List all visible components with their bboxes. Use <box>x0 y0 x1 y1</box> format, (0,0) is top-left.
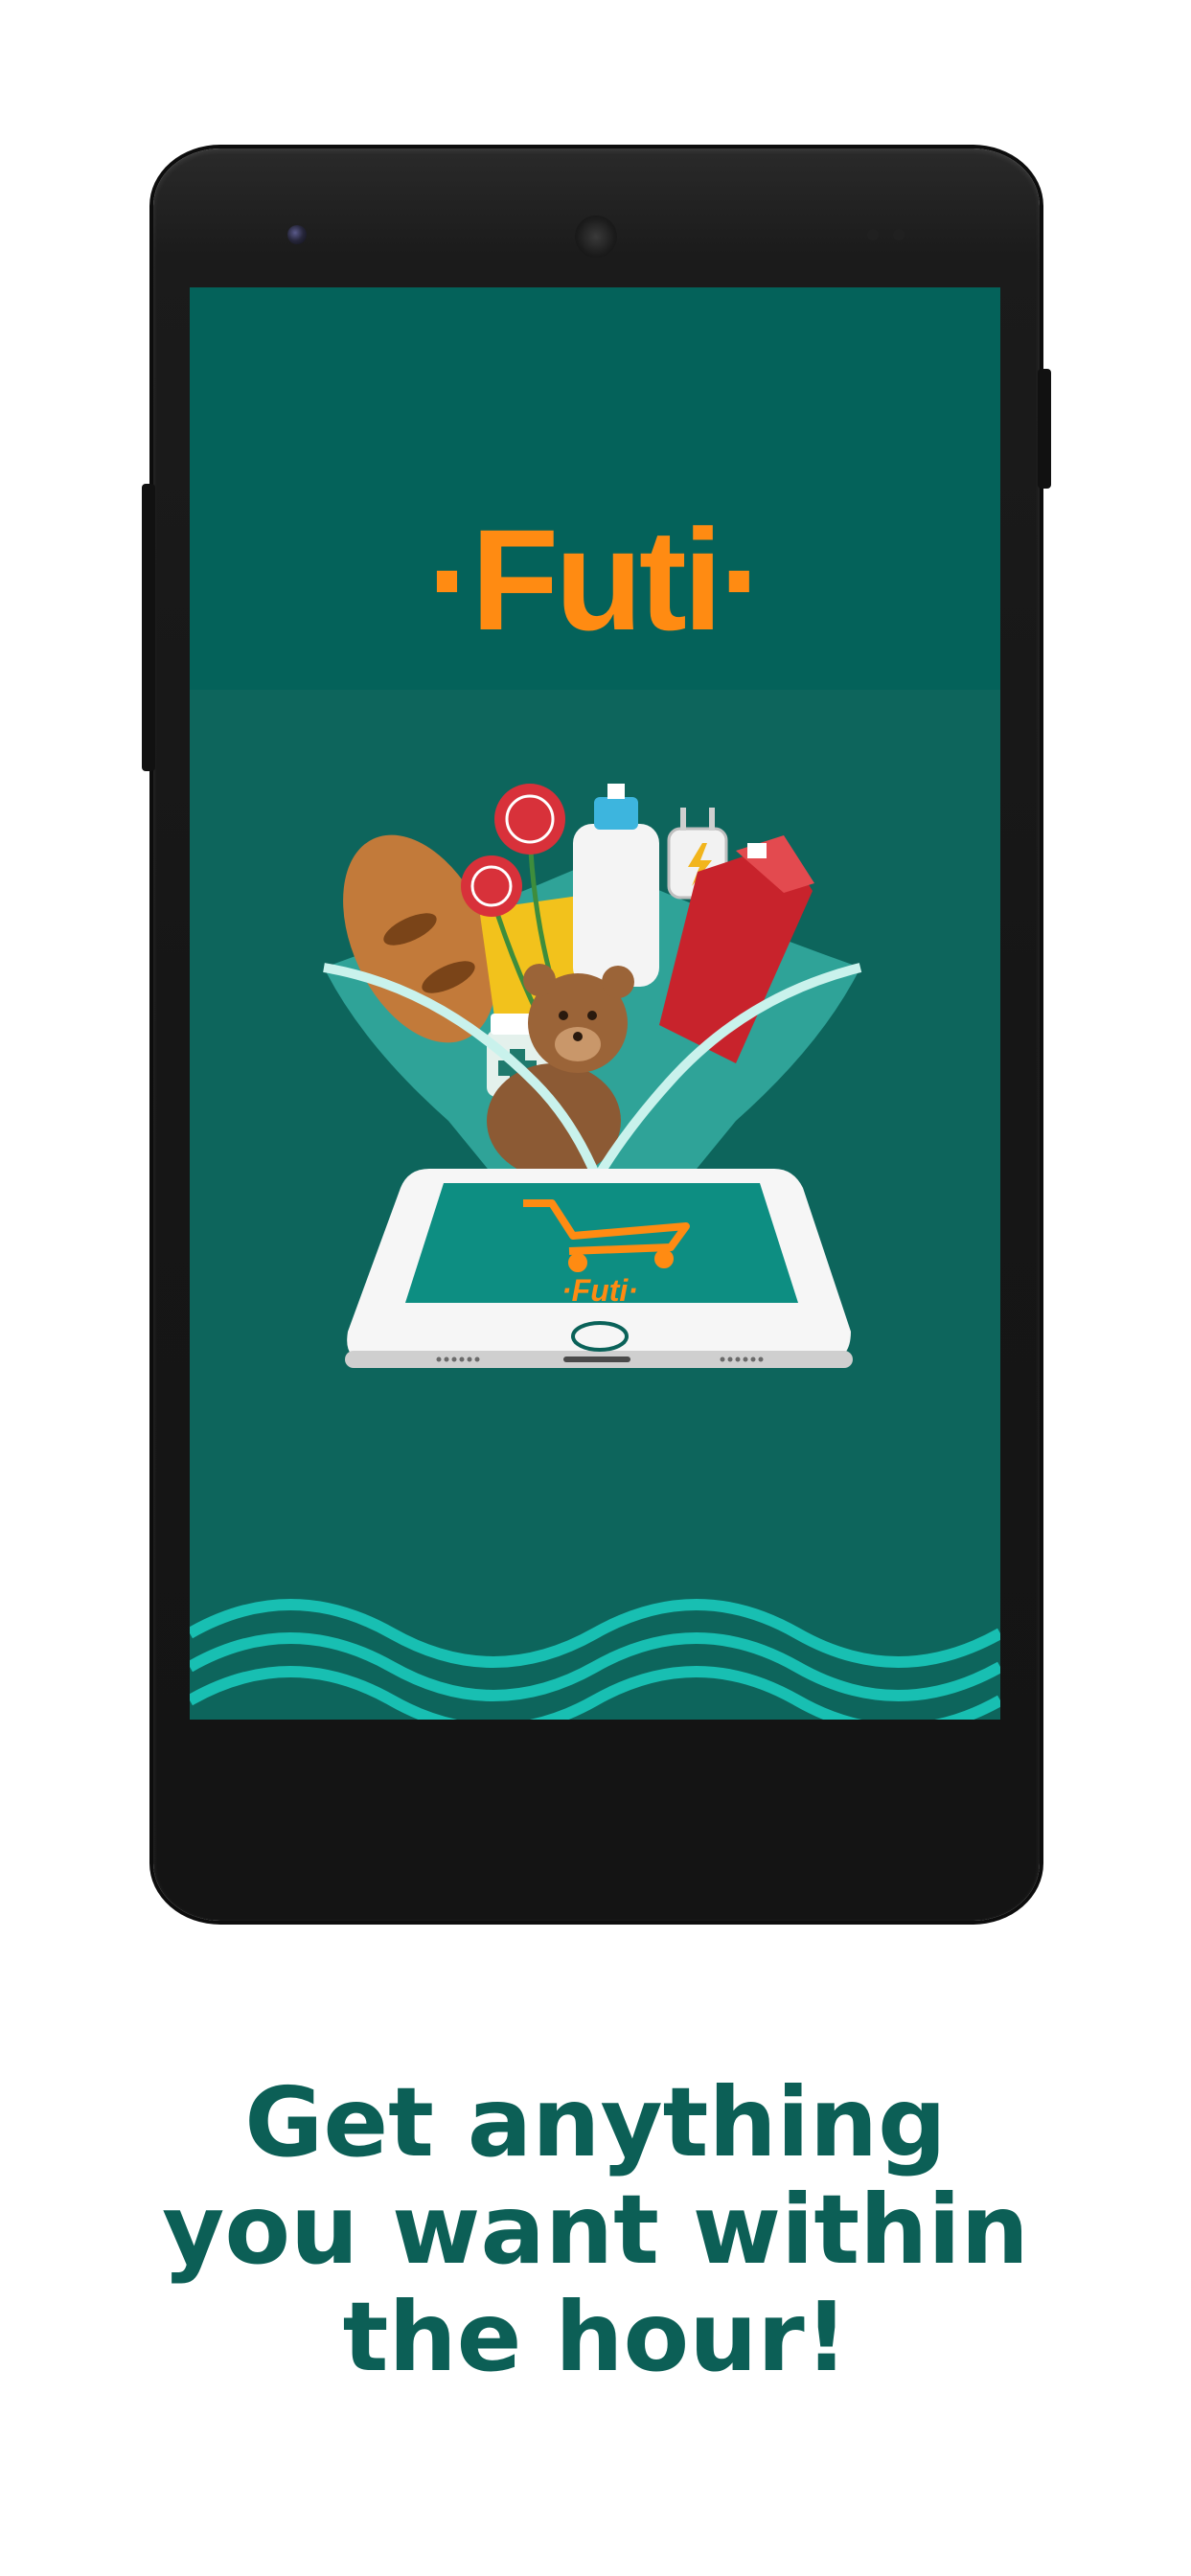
app-logo: ·Futi· <box>426 499 767 660</box>
tablet-app-logo: ·Futi· <box>561 1273 638 1308</box>
proximity-sensor-icon <box>867 229 879 240</box>
power-button <box>1038 369 1051 489</box>
front-camera-icon <box>287 225 307 244</box>
tagline-line-3: the hour! <box>342 2281 849 2393</box>
tagline-line-2: you want within <box>162 2174 1029 2286</box>
phone-device: ·Futi· ·Futi· <box>142 148 1051 1921</box>
delivery-illustration: ·Futi· <box>323 784 862 1368</box>
tagline: Get anything you want within the hour! <box>0 2069 1191 2391</box>
detergent-bottle-icon <box>573 784 659 987</box>
earpiece-speaker-icon <box>575 216 617 258</box>
tagline-line-1: Get anything <box>244 2066 947 2178</box>
volume-button <box>142 484 155 771</box>
splash-screen: ·Futi· ·Futi· <box>190 287 1000 1720</box>
promo-page: ·Futi· ·Futi· Get anything you want with… <box>0 0 1191 2576</box>
tablet-icon <box>345 1169 853 1368</box>
decorative-waves <box>190 1599 1000 1720</box>
light-sensor-icon <box>893 229 905 240</box>
